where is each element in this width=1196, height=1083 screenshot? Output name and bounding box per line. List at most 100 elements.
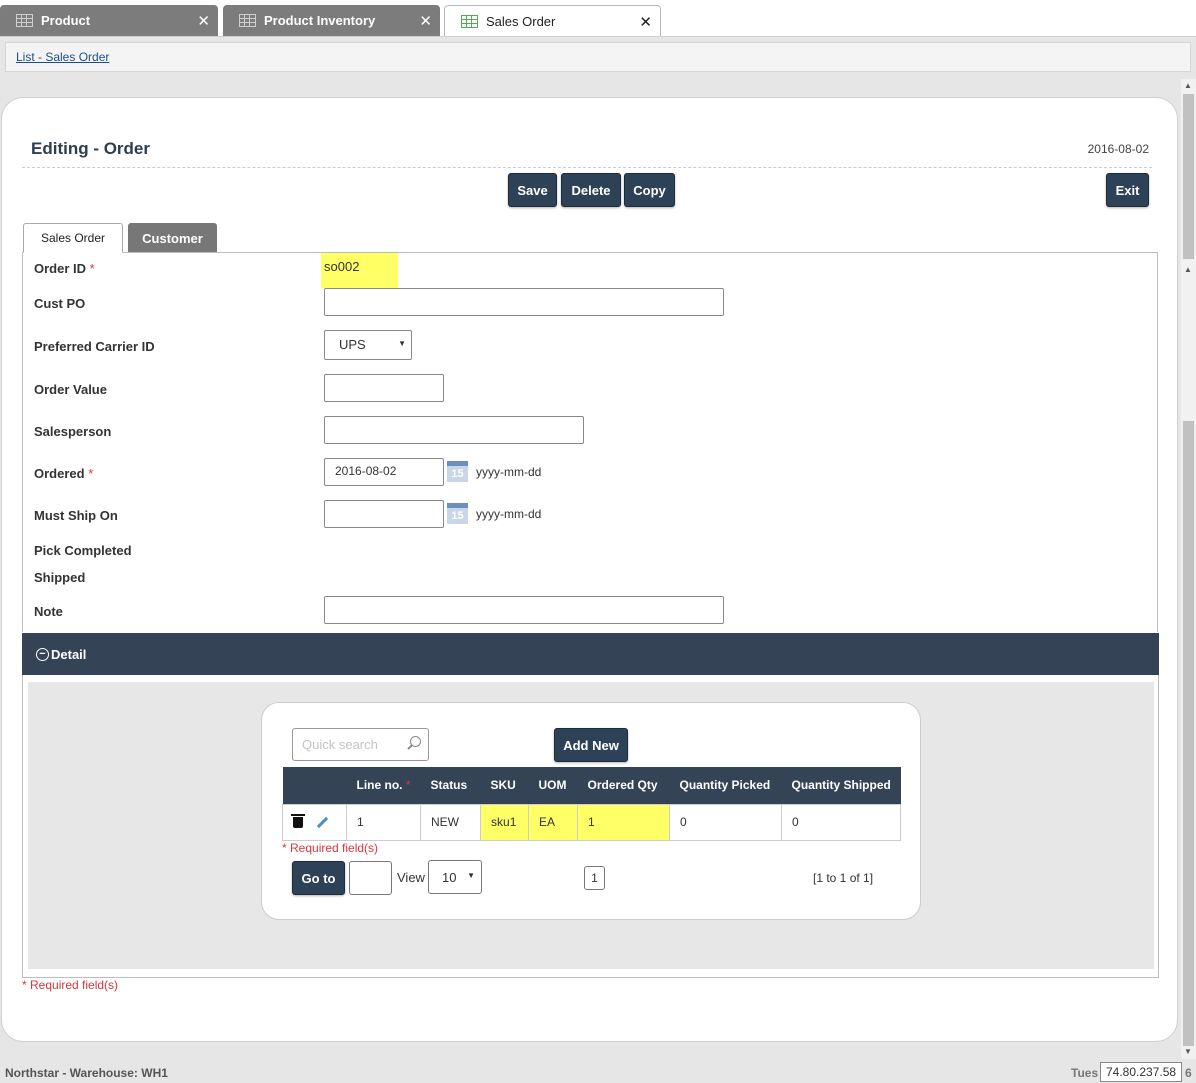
preferred-carrier-select[interactable]: UPS ▼: [324, 330, 412, 360]
date-format-hint: yyyy-mm-dd: [476, 465, 542, 479]
pagination-range: [1 to 1 of 1]: [813, 871, 874, 885]
cell-uom: EA: [528, 803, 579, 841]
detail-table: Line no. * Status SKU UOM Ordered Qty Qu…: [282, 767, 902, 841]
close-icon[interactable]: ✕: [419, 12, 432, 30]
footer-date-partial: Tues: [1071, 1066, 1099, 1080]
preferred-carrier-label: Preferred Carrier ID: [34, 339, 155, 354]
breadcrumb-link-sales-order-list[interactable]: List - Sales Order: [16, 50, 109, 64]
preferred-carrier-value: UPS: [339, 337, 366, 352]
calendar-icon[interactable]: 15: [447, 503, 468, 524]
delete-button[interactable]: Delete: [561, 173, 621, 207]
quick-search-input[interactable]: Quick search: [292, 728, 429, 761]
search-icon: [410, 736, 421, 747]
cell-line-no: 1: [345, 803, 422, 841]
scroll-up-icon[interactable]: ▲: [1184, 81, 1192, 90]
footer-warehouse: Northstar - Warehouse: WH1: [5, 1066, 168, 1080]
app-tab-label: Sales Order: [486, 13, 556, 29]
date-format-hint: yyyy-mm-dd: [476, 507, 542, 521]
column-header-line-no[interactable]: Line no. *: [346, 767, 421, 804]
salesperson-label: Salesperson: [34, 424, 112, 439]
page-size-value: 10: [442, 870, 457, 885]
grid-icon: [239, 14, 256, 27]
exit-button[interactable]: Exit: [1106, 173, 1149, 207]
go-to-button[interactable]: Go to: [292, 861, 345, 895]
detail-section: Quick search Add New Line no. * Status S…: [22, 675, 1159, 978]
add-new-button[interactable]: Add New: [554, 728, 628, 762]
app-tab-sales-order[interactable]: Sales Order ✕: [444, 5, 661, 36]
app-tab-label: Product Inventory: [264, 13, 376, 28]
copy-button[interactable]: Copy: [624, 173, 675, 207]
detail-title: Detail: [51, 646, 87, 662]
must-ship-on-label: Must Ship On: [34, 508, 118, 523]
dropdown-arrow-icon: ▼: [467, 871, 475, 880]
scroll-thumb[interactable]: [1183, 94, 1194, 259]
app-tab-product[interactable]: Product ✕: [0, 5, 218, 36]
order-id-label: Order ID *: [34, 261, 95, 276]
page-size-select[interactable]: 10 ▼: [428, 860, 482, 894]
row-actions: [282, 803, 347, 841]
dropdown-arrow-icon: ▼: [398, 339, 406, 348]
app-tab-product-inventory[interactable]: Product Inventory ✕: [223, 5, 440, 36]
detail-grid-card: Quick search Add New Line no. * Status S…: [261, 702, 921, 920]
go-to-page-input[interactable]: [349, 861, 392, 895]
order-value-label: Order Value: [34, 382, 107, 397]
view-label: View: [397, 870, 425, 885]
grid-icon: [461, 14, 478, 28]
detail-background: Quick search Add New Line no. * Status S…: [28, 682, 1154, 969]
column-header-quantity-shipped[interactable]: Quantity Shipped: [781, 767, 901, 804]
pencil-icon[interactable]: [317, 817, 329, 829]
note-label: Note: [34, 604, 63, 619]
column-header-sku[interactable]: SKU: [480, 767, 529, 804]
save-button[interactable]: Save: [508, 173, 557, 207]
close-icon[interactable]: ✕: [197, 12, 210, 30]
cell-quantity-picked: 0: [669, 803, 783, 841]
page-title: Editing - Order: [31, 139, 150, 158]
scroll-up-icon[interactable]: ▲: [1184, 265, 1192, 274]
page-number-button[interactable]: 1: [584, 866, 605, 890]
note-input[interactable]: [324, 596, 724, 624]
column-header-status[interactable]: Status: [420, 767, 481, 804]
tab-sales-order[interactable]: Sales Order: [23, 223, 123, 253]
table-header-row: Line no. * Status SKU UOM Ordered Qty Qu…: [282, 767, 901, 804]
sales-order-form: Order ID * so002 Cust PO Preferred Carri…: [22, 252, 1158, 632]
pick-completed-label: Pick Completed: [34, 543, 132, 558]
grid-icon: [16, 14, 33, 27]
salesperson-input[interactable]: [324, 416, 584, 444]
order-value-input[interactable]: [324, 374, 444, 402]
ordered-label: Ordered *: [34, 466, 94, 481]
cust-po-input[interactable]: [324, 288, 724, 316]
divider: [22, 167, 1152, 168]
cell-ordered-qty: 1: [577, 803, 671, 841]
column-header-ordered-qty[interactable]: Ordered Qty: [577, 767, 670, 804]
must-ship-on-input[interactable]: [324, 500, 444, 528]
close-icon[interactable]: ✕: [639, 13, 652, 31]
main-panel: Editing - Order 2016-08-02 Save Delete C…: [1, 97, 1178, 1042]
header-date: 2016-08-02: [1087, 142, 1149, 156]
column-header-actions: [282, 767, 347, 804]
table-row[interactable]: 1 NEW sku1 EA 1 0 0: [282, 803, 902, 841]
scroll-down-icon[interactable]: ▼: [1184, 1047, 1192, 1056]
scroll-thumb[interactable]: [1183, 421, 1194, 1046]
cust-po-label: Cust PO: [34, 296, 86, 311]
column-header-quantity-picked[interactable]: Quantity Picked: [669, 767, 782, 804]
tab-customer[interactable]: Customer: [128, 223, 217, 253]
cell-status: NEW: [420, 803, 482, 841]
calendar-icon[interactable]: 15: [447, 461, 468, 482]
required-fields-note: * Required field(s): [22, 978, 119, 992]
app-tab-strip: Product ✕ Product Inventory ✕ Sales Orde…: [0, 0, 1196, 37]
breadcrumb: List - Sales Order: [5, 42, 1191, 72]
footer-ip-address: 74.80.237.58: [1100, 1062, 1182, 1082]
cell-quantity-shipped: 0: [781, 803, 902, 841]
cell-sku: sku1: [480, 803, 530, 841]
column-header-uom[interactable]: UOM: [528, 767, 578, 804]
detail-section-toggle[interactable]: − Detail: [22, 633, 1159, 675]
trash-icon[interactable]: [291, 814, 305, 829]
scrollbar[interactable]: ▲ ▲ ▼: [1181, 79, 1196, 1059]
app-tab-label: Product: [41, 13, 91, 28]
collapse-icon: −: [36, 647, 49, 661]
quick-search-placeholder: Quick search: [302, 737, 378, 752]
ordered-date-input[interactable]: 2016-08-02: [324, 458, 444, 486]
order-id-value: so002: [321, 253, 398, 288]
required-fields-note: * Required field(s): [282, 841, 379, 855]
shipped-label: Shipped: [34, 570, 86, 585]
